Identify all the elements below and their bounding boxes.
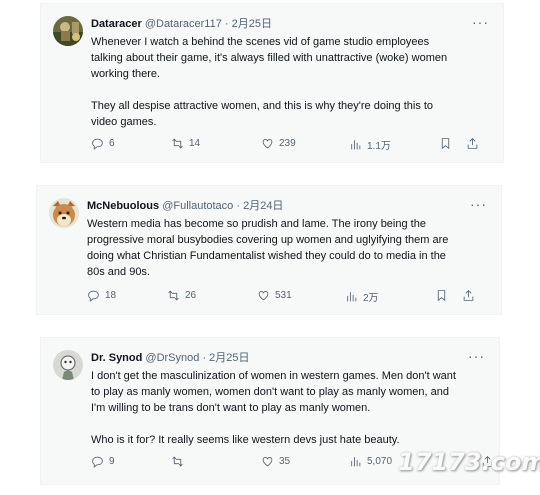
tweet-card[interactable]: Dataracer @Dataracer117 · 2月25日 ··· When… [40,3,504,163]
avatar[interactable] [53,350,83,380]
like-button[interactable]: 531 [257,289,292,302]
views-count: 2万 [363,293,379,304]
tweet-date[interactable]: 2月24日 [243,200,283,212]
tweet-card[interactable]: McNebuolous @Fullautotaco · 2月24日 ··· We… [36,185,502,315]
tweet-actions: 6 14 239 1.1万 [91,137,487,153]
views-count: 1.1万 [367,141,391,152]
retweet-count: 26 [185,290,197,301]
tweet-text-line: progressive moral busybodies covering up… [87,234,449,246]
reply-button[interactable]: 9 [91,455,115,468]
like-button[interactable]: 35 [261,455,290,468]
like-count: 531 [275,290,292,301]
views-button[interactable]: 1.1万 [349,137,391,152]
author-handle[interactable]: @DrSynod [145,352,199,364]
author-name[interactable]: Dataracer [91,18,142,30]
tweet-text-line: 80s and 90s. [87,266,150,278]
tweet-text-line: I'm willing to be trans don't want to pl… [91,402,371,414]
like-button[interactable]: 239 [261,137,296,150]
separator-dot: · [236,200,241,212]
avatar[interactable] [49,198,79,228]
views-chart-icon [351,457,361,467]
tweet-header: Dataracer @Dataracer117 · 2月25日 [91,17,272,32]
share-icon [463,290,474,301]
retweet-icon [172,456,183,467]
tweet-actions: 9 35 5,070 [91,455,493,471]
tweet-actions: 18 26 531 2万 [87,289,485,305]
tweet-header: Dr. Synod @DrSynod · 2月25日 [91,351,250,366]
author-name[interactable]: Dr. Synod [91,352,142,364]
tweet-text-line: Who is it for? It really seems like west… [91,434,400,446]
reply-count: 6 [109,138,115,149]
tweet-text-line: talking about their game, it's always fi… [91,52,448,64]
reply-count: 9 [109,456,115,467]
tweet-text-line: Whenever I watch a behind the scenes vid… [91,36,430,48]
share-button[interactable] [466,137,479,150]
retweet-button[interactable]: 14 [171,137,200,150]
like-count: 239 [279,138,296,149]
bookmark-icon [441,138,450,150]
tweet-text-gap [91,82,489,98]
tweet-card[interactable]: Dr. Synod @DrSynod · 2月25日 ··· I don't g… [40,337,500,485]
share-icon [467,138,478,149]
tweet-text: Western media has become so prudish and … [87,216,487,280]
views-chart-icon [351,140,361,150]
heart-icon [262,139,273,149]
separator-dot: · [224,18,229,30]
tweet-text-line: to play as manly women, women don't want… [91,386,449,398]
bookmark-button[interactable] [439,137,452,150]
more-options-icon[interactable]: ··· [470,196,487,212]
views-count: 5,070 [367,456,393,467]
tweet-text-line: I don't get the masculinization of women… [91,370,456,382]
reply-icon [92,138,103,150]
share-button[interactable] [481,455,494,468]
share-icon [482,456,493,467]
reply-button[interactable]: 6 [91,137,115,150]
tweet-text-line: They all despise attractive women, and t… [91,100,434,112]
retweet-button[interactable] [171,455,189,468]
retweet-button[interactable]: 26 [167,289,196,302]
views-button[interactable]: 5,070 [349,455,392,468]
tweet-date[interactable]: 2月25日 [232,18,272,30]
tweet-date[interactable]: 2月25日 [209,352,249,364]
retweet-icon [172,138,183,149]
tweet-text-line: Western media has become so prudish and … [87,218,426,230]
reply-button[interactable]: 18 [87,289,116,302]
heart-icon [258,291,269,301]
separator-dot: · [202,352,207,364]
reply-count: 18 [105,290,117,301]
reply-icon [92,456,103,468]
tweet-text: I don't get the masculinization of women… [91,368,485,448]
tweet-text: Whenever I watch a behind the scenes vid… [91,34,489,130]
views-chart-icon [347,292,357,302]
bookmark-icon [437,290,446,302]
more-options-icon[interactable]: ··· [468,348,485,364]
like-count: 35 [279,456,291,467]
tweet-text-line: video games. [91,116,157,128]
tweet-text-line: working there. [91,68,161,80]
retweet-count: 14 [189,138,201,149]
retweet-icon [168,290,179,301]
tweet-text-gap [91,416,485,432]
heart-icon [262,457,273,467]
author-name[interactable]: McNebuolous [87,200,159,212]
share-button[interactable] [462,289,475,302]
author-handle[interactable]: @Fullautotaco [162,200,233,212]
author-handle[interactable]: @Dataracer117 [145,18,222,30]
tweet-text-line: doing what Christian Fundamentalist wish… [87,250,446,262]
tweet-header: McNebuolous @Fullautotaco · 2月24日 [87,199,283,214]
avatar[interactable] [53,16,83,46]
bookmark-button[interactable] [435,289,448,302]
views-button[interactable]: 2万 [345,289,379,304]
more-options-icon[interactable]: ··· [472,14,489,30]
reply-icon [88,290,99,302]
